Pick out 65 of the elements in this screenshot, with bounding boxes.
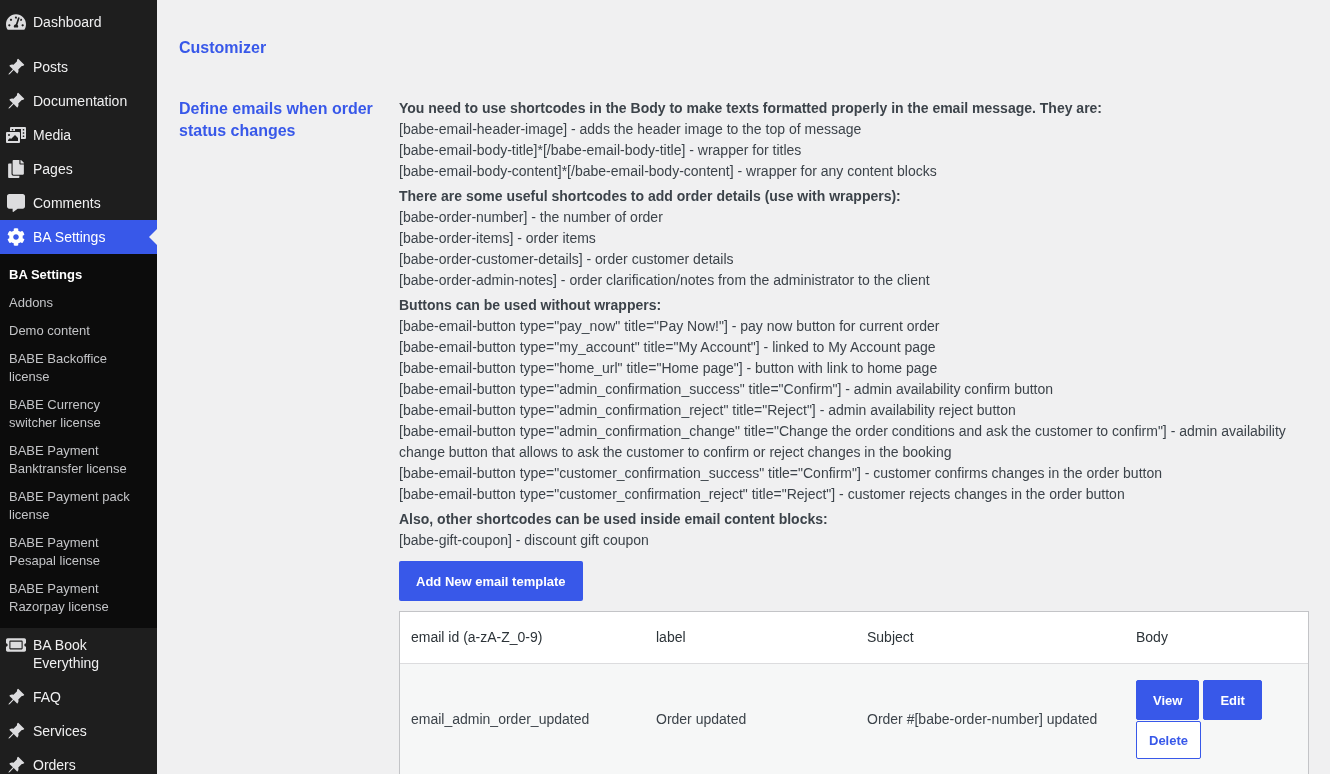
sidebar-menu-item[interactable]: Media (0, 118, 157, 152)
shortcode-description: [babe-order-admin-notes] - order clarification/notes from the administrator to the client (399, 271, 931, 290)
speech-bubble-icon (6, 194, 26, 212)
sidebar-menu-item[interactable]: BA Book Everything (0, 628, 157, 680)
table-cell-text: Order #[babe-order-number] updated (866, 710, 1099, 729)
shortcode-description: [babe-email-button type="my_account" title="My Account"] - linked to My Account page (399, 338, 937, 357)
description-heading: You need to use shortcodes in the Body to make texts formatted properly in the email message. They are: (399, 99, 1104, 118)
pin-icon (6, 92, 26, 110)
dashboard-icon (6, 13, 26, 31)
sidebar-menu-item[interactable]: Posts (0, 50, 157, 84)
pin-icon (6, 58, 26, 76)
page-title: Customizer (179, 38, 268, 58)
description-heading: There are some useful shortcodes to add order details (use with wrappers): (399, 187, 902, 206)
shortcode-description: [babe-email-body-title]*[/babe-email-body-title] - wrapper for titles (399, 141, 803, 160)
shortcode-description: [babe-email-header-image] - adds the header image to the top of message (399, 120, 863, 139)
submenu-item[interactable]: BABE Currency switcher license (0, 391, 157, 437)
description-heading: Also, other shortcodes can be used inside email content blocks: (399, 510, 829, 529)
shortcode-description: [babe-email-button type="pay_now" title="Pay Now!"] - pay now button for current order (399, 317, 941, 336)
ticket-icon (6, 636, 26, 654)
submenu-item[interactable]: BABE Payment Pesapal license (0, 529, 157, 575)
description-heading: Buttons can be used without wrappers: (399, 296, 663, 315)
table-cell-text: email_admin_order_updated (410, 710, 591, 729)
table-header-cell-text: Subject (866, 628, 915, 647)
shortcode-description: [babe-email-button type="home_url" title="Home page"] - button with link to home page (399, 359, 939, 378)
table-header-cell-text: Body (1135, 628, 1169, 647)
shortcode-description: [babe-email-body-content]*[/babe-email-body-content] - wrapper for any content blocks (399, 162, 938, 181)
menu-pointer-icon (149, 229, 157, 245)
pages-icon (6, 160, 26, 178)
shortcode-description: [babe-order-number] - the number of order (399, 208, 664, 227)
sidebar-menu-item[interactable]: Dashboard (0, 5, 157, 39)
shortcode-description: [babe-order-customer-details] - order customer details (399, 250, 735, 269)
pin-icon (6, 688, 26, 706)
table-header-cell-text: email id (a-zA-Z_0-9) (410, 628, 544, 647)
shortcode-description: [babe-gift-coupon] - discount gift coupon (399, 531, 650, 550)
sidebar-menu-item[interactable]: Services (0, 714, 157, 748)
submenu-item[interactable]: Demo content (0, 317, 157, 345)
primary-button[interactable]: View (1136, 680, 1200, 720)
shortcode-description: [babe-email-button type="admin_confirmation_success" title="Confirm"] - admin availability confirm button (399, 380, 1055, 399)
shortcode-description: [babe-email-button type="admin_confirmation_change" title="Change the order conditions and ask the customer to confirm"] - admin availability change button that allows to ask the customer to confirm or reject changes in the booking (399, 422, 1287, 462)
submenu-item[interactable]: Addons (0, 289, 157, 317)
shortcode-description: [babe-email-button type="customer_confirmation_reject" title="Reject"] - customer rejects changes in the order button (399, 485, 1126, 504)
submenu-item[interactable]: BABE Payment pack license (0, 483, 157, 529)
sidebar-menu-item[interactable]: FAQ (0, 680, 157, 714)
settings-icon (6, 228, 26, 246)
pin-icon (6, 756, 26, 774)
shortcode-description: [babe-email-button type="admin_confirmation_reject" title="Reject"] - admin availability reject button (399, 401, 1017, 420)
shortcode-description: [babe-order-items] - order items (399, 229, 597, 248)
secondary-button[interactable]: Delete (1136, 721, 1202, 759)
sidebar-menu-item[interactable]: Orders (0, 748, 157, 774)
sidebar-menu-item[interactable]: Comments (0, 186, 157, 220)
table-cell-text: Order updated (655, 710, 748, 729)
setting-label: Define emails when order status changes (179, 99, 374, 141)
primary-button[interactable]: Edit (1203, 680, 1262, 720)
sidebar-menu-item[interactable]: Pages (0, 152, 157, 186)
table-header-cell-text: label (655, 628, 687, 647)
submenu-item[interactable]: BA Settings (0, 261, 157, 289)
sidebar-menu-item[interactable]: Documentation (0, 84, 157, 118)
submenu-item[interactable]: BABE Backoffice license (0, 345, 157, 391)
submenu-item[interactable]: BABE Payment Banktransfer license (0, 437, 157, 483)
sidebar-menu-item[interactable]: BA Settings (0, 220, 157, 254)
add-template-button[interactable]: Add New email template (399, 561, 583, 601)
media-icon (6, 126, 26, 144)
shortcode-description: [babe-email-button type="customer_confirmation_success" title="Confirm"] - customer confirms changes in the order button (399, 464, 1163, 483)
pin-icon (6, 722, 26, 740)
submenu-item[interactable]: BABE Payment Razorpay license (0, 575, 157, 621)
